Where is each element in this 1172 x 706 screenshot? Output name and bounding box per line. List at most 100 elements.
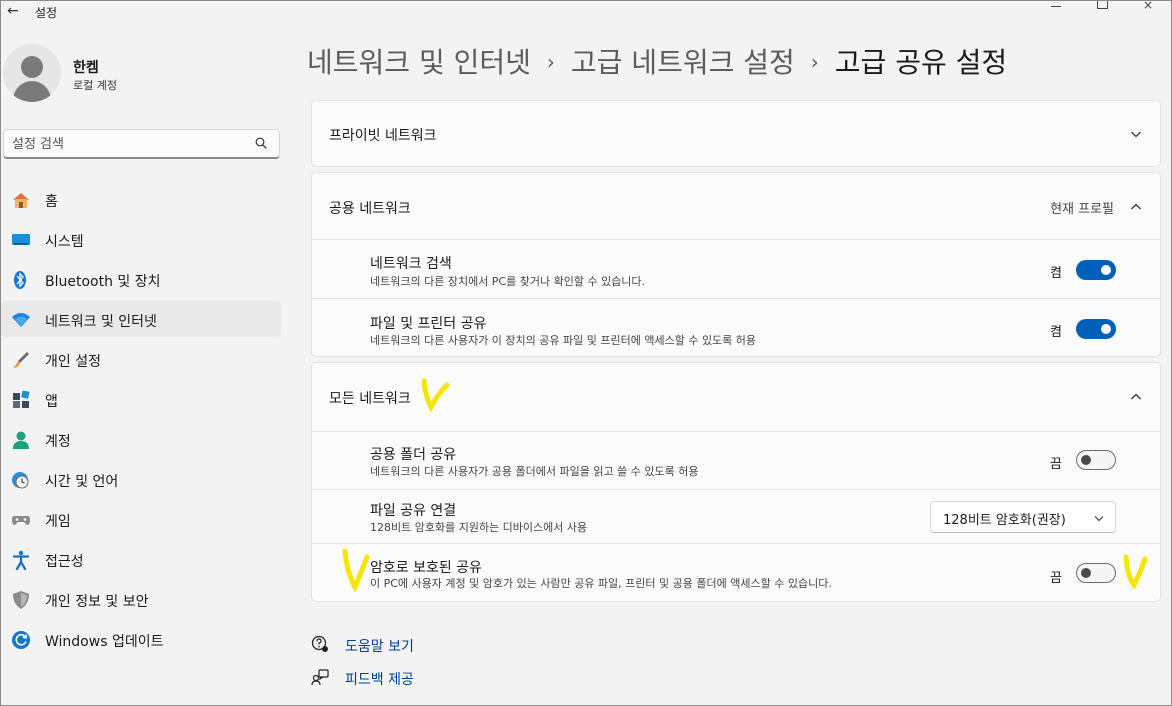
close-button[interactable]: × xyxy=(1125,0,1171,13)
file-printer-sharing-toggle[interactable] xyxy=(1076,319,1116,339)
password-protected-sharing-toggle[interactable] xyxy=(1076,563,1116,583)
setting-description: 네트워크의 다른 사용자가 공용 폴더에서 파일을 읽고 쓸 수 있도록 허용 xyxy=(370,465,699,478)
chevron-right-icon: › xyxy=(810,50,819,74)
section-public-network: 공용 네트워크 현재 프로필 네트워크 검색 네트워크의 다른 장치에서 PC를… xyxy=(311,172,1161,357)
breadcrumb: 네트워크 및 인터넷 › 고급 네트워크 설정 › 고급 공유 설정 xyxy=(307,41,1007,81)
accessibility-icon xyxy=(12,550,30,570)
sidebar-item-label: 홈 xyxy=(45,194,58,210)
help-link-label: 도움말 보기 xyxy=(345,639,414,655)
chevron-down-icon xyxy=(1094,516,1104,522)
sidebar-item-windows-update[interactable]: Windows 업데이트 xyxy=(1,621,281,657)
chevron-up-icon[interactable] xyxy=(1130,201,1142,213)
sidebar-item-system[interactable]: 시스템 xyxy=(1,221,281,257)
sidebar-item-label: 개인 정보 및 보안 xyxy=(45,594,149,610)
setting-description: 128비트 암호화를 지원하는 디바이스에서 사용 xyxy=(370,521,588,534)
sidebar-item-label: Windows 업데이트 xyxy=(45,634,164,650)
window-controls: × xyxy=(1033,0,1171,13)
chevron-right-icon: › xyxy=(546,50,555,74)
setting-title: 파일 및 프린터 공유 xyxy=(370,316,487,332)
breadcrumb-network-link[interactable]: 네트워크 및 인터넷 xyxy=(307,46,531,79)
back-arrow-icon: ← xyxy=(7,3,19,19)
shield-icon xyxy=(13,591,29,609)
yellow-check-annotation-1 xyxy=(421,378,450,413)
setting-title: 공용 폴더 공유 xyxy=(370,447,457,463)
toggle-state-label: 켬 xyxy=(1050,266,1062,281)
sidebar-item-label: 접근성 xyxy=(45,554,84,570)
close-icon: × xyxy=(1142,0,1154,12)
setting-row-network-discovery: 네트워크 검색 네트워크의 다른 장치에서 PC를 찾거나 확인할 수 있습니다… xyxy=(312,239,1160,298)
brush-icon xyxy=(13,352,29,368)
feedback-icon xyxy=(311,669,329,686)
sidebar-item-time-language[interactable]: 시간 및 언어 xyxy=(1,461,281,497)
section-title: 모든 네트워크 xyxy=(329,391,411,407)
feedback-link[interactable]: 피드백 제공 xyxy=(311,667,511,689)
setting-description: 네트워크의 다른 사용자가 이 장치의 공유 파일 및 프린터에 액세스할 수 … xyxy=(370,334,757,347)
avatar-body xyxy=(13,81,51,102)
maximize-button[interactable] xyxy=(1079,1,1125,13)
profile-name: 한켐 xyxy=(73,60,99,76)
network-discovery-toggle[interactable] xyxy=(1076,260,1116,280)
section-private-header[interactable]: 프라이빗 네트워크 xyxy=(312,101,1160,167)
search-input[interactable] xyxy=(12,135,242,153)
clock-globe-icon xyxy=(12,472,29,489)
encryption-select[interactable]: 128비트 암호화(권장) xyxy=(930,501,1116,533)
sidebar-item-label: Bluetooth 및 장치 xyxy=(45,274,161,290)
sidebar-item-apps[interactable]: 앱 xyxy=(1,381,281,417)
apps-icon xyxy=(13,390,30,408)
profile-account-type: 로컬 계정 xyxy=(73,79,117,92)
sidebar-item-label: 시간 및 언어 xyxy=(45,474,119,490)
page-title: 고급 공유 설정 xyxy=(834,46,1008,79)
section-title: 프라이빗 네트워크 xyxy=(329,128,437,144)
encryption-select-value: 128비트 암호화(권장) xyxy=(943,513,1066,528)
update-icon xyxy=(12,631,30,649)
sidebar-item-label: 앱 xyxy=(45,394,58,410)
help-icon xyxy=(311,635,328,652)
setting-title: 네트워크 검색 xyxy=(370,256,452,272)
sidebar-item-bluetooth[interactable]: Bluetooth 및 장치 xyxy=(1,261,281,297)
sidebar-item-accounts[interactable]: 계정 xyxy=(1,421,281,457)
setting-title: 파일 공유 연결 xyxy=(370,503,457,519)
sidebar-item-privacy-security[interactable]: 개인 정보 및 보안 xyxy=(1,581,281,617)
sidebar-item-label: 시스템 xyxy=(45,234,84,250)
avatar-person-icon xyxy=(21,56,43,78)
setting-row-password-protected-sharing: 암호로 보호된 공유 이 PC에 사용자 계정 및 암호가 있는 사람만 공유 … xyxy=(312,543,1160,601)
sidebar-item-accessibility[interactable]: 접근성 xyxy=(1,541,281,577)
search-box[interactable] xyxy=(3,129,280,159)
sidebar-item-label: 계정 xyxy=(45,434,71,450)
setting-description: 네트워크의 다른 장치에서 PC를 찾거나 확인할 수 있습니다. xyxy=(370,275,646,288)
sidebar-item-personalization[interactable]: 개인 설정 xyxy=(1,341,281,377)
setting-row-file-sharing-connection: 파일 공유 연결 128비트 암호화를 지원하는 디바이스에서 사용 128비트… xyxy=(312,489,1160,543)
yellow-check-annotation-2 xyxy=(342,548,370,593)
system-icon xyxy=(12,234,30,245)
back-button[interactable]: ← xyxy=(3,2,23,20)
search-icon[interactable] xyxy=(255,137,267,149)
sidebar-item-gaming[interactable]: 게임 xyxy=(1,501,281,537)
sidebar-nav: 홈 시스템 Bluetooth 및 장치 네트워크 및 인터넷 개인 설정 앱 … xyxy=(1,181,281,661)
section-title: 공용 네트워크 xyxy=(329,201,411,217)
gamepad-icon xyxy=(12,516,30,525)
toggle-state-label: 끔 xyxy=(1050,571,1062,586)
sidebar-item-network[interactable]: 네트워크 및 인터넷 xyxy=(1,301,281,337)
help-link[interactable]: 도움말 보기 xyxy=(311,634,511,656)
setting-row-public-folder-sharing: 공용 폴더 공유 네트워크의 다른 사용자가 공용 폴더에서 파일을 읽고 쓸 … xyxy=(312,431,1160,489)
breadcrumb-advanced-network-link[interactable]: 고급 네트워크 설정 xyxy=(571,46,795,79)
setting-row-file-printer-sharing: 파일 및 프린터 공유 네트워크의 다른 사용자가 이 장치의 공유 파일 및 … xyxy=(312,298,1160,357)
public-folder-sharing-toggle[interactable] xyxy=(1076,450,1116,470)
current-profile-tag: 현재 프로필 xyxy=(1050,202,1114,217)
wifi-icon xyxy=(12,313,30,327)
feedback-link-label: 피드백 제공 xyxy=(345,672,414,688)
section-private-network: 프라이빗 네트워크 xyxy=(311,100,1161,167)
sidebar-item-label: 네트워크 및 인터넷 xyxy=(45,314,157,330)
sidebar-item-home[interactable]: 홈 xyxy=(1,181,281,217)
avatar[interactable] xyxy=(3,44,61,102)
setting-title: 암호로 보호된 공유 xyxy=(370,560,482,576)
bluetooth-icon xyxy=(14,271,26,289)
chevron-up-icon[interactable] xyxy=(1130,391,1142,403)
sidebar-item-label: 개인 설정 xyxy=(45,354,101,370)
chevron-down-icon[interactable] xyxy=(1130,128,1142,140)
toggle-state-label: 켬 xyxy=(1050,325,1062,340)
toggle-state-label: 끔 xyxy=(1050,457,1062,472)
sidebar-item-label: 게임 xyxy=(45,514,71,530)
minimize-button[interactable] xyxy=(1033,1,1079,13)
section-public-header[interactable]: 공용 네트워크 현재 프로필 xyxy=(312,173,1160,239)
